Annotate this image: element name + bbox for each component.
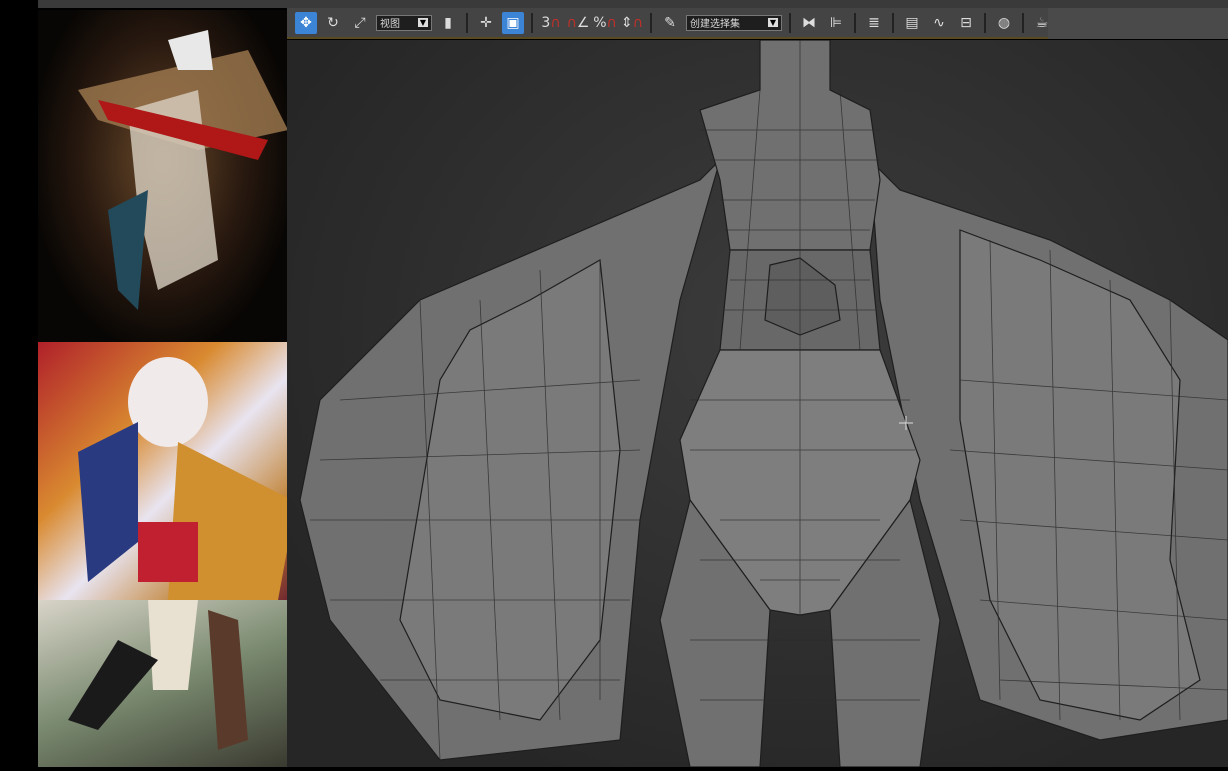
reference-image-2 — [38, 342, 296, 600]
selection-set-value: 创建选择集 — [690, 19, 740, 30]
material-editor-icon[interactable]: ◍ — [993, 12, 1015, 34]
scene-explorer-icon[interactable]: ▤ — [901, 12, 923, 34]
snap-3d-icon[interactable]: 3 ∩ — [540, 12, 562, 34]
divider — [854, 12, 856, 33]
divider — [531, 12, 533, 33]
scale-icon[interactable]: ⤢ — [349, 12, 371, 34]
pivot-icon[interactable]: ▮ — [437, 12, 459, 34]
select-move-icon[interactable]: ✥ — [295, 11, 317, 34]
toolbar-empty-area — [1048, 8, 1228, 39]
spinner-snap-icon[interactable]: ⇕ ∩ — [621, 12, 643, 34]
reference-coordinate-dropdown[interactable]: 视图 ▼ — [376, 14, 432, 31]
curve-editor-icon[interactable]: ∿ — [928, 12, 950, 34]
view-dropdown-value: 视图 — [380, 19, 400, 30]
perspective-viewport[interactable] — [287, 39, 1228, 768]
divider — [1022, 12, 1024, 33]
divider — [789, 12, 791, 33]
reference-image-3 — [38, 600, 287, 767]
schematic-view-icon[interactable]: ⊟ — [955, 12, 977, 34]
mirror-icon[interactable]: ⧓ — [798, 12, 820, 34]
keyboard-shortcut-override-icon[interactable]: ▣ — [502, 11, 524, 34]
named-selection-set-dropdown[interactable]: 创建选择集 ▼ — [686, 14, 782, 31]
divider — [984, 12, 986, 33]
chevron-down-icon: ▼ — [417, 18, 428, 27]
edit-named-selection-icon[interactable]: ✎ — [659, 12, 681, 34]
chevron-down-icon: ▼ — [767, 18, 778, 27]
divider — [892, 12, 894, 33]
rotate-icon[interactable]: ↻ — [322, 12, 344, 34]
divider — [650, 12, 652, 33]
menu-bar[interactable] — [38, 0, 1228, 8]
divider — [466, 12, 468, 33]
align-icon[interactable]: ⊫ — [825, 12, 847, 34]
layer-manager-icon[interactable]: ≣ — [863, 12, 885, 34]
percent-snap-icon[interactable]: % ∩ — [593, 12, 617, 34]
reference-image-1 — [38, 10, 287, 342]
select-manipulate-icon[interactable]: ✛ — [475, 12, 497, 34]
angle-snap-icon[interactable]: ∩ ∠ — [567, 12, 590, 34]
character-mesh — [299, 39, 1228, 768]
